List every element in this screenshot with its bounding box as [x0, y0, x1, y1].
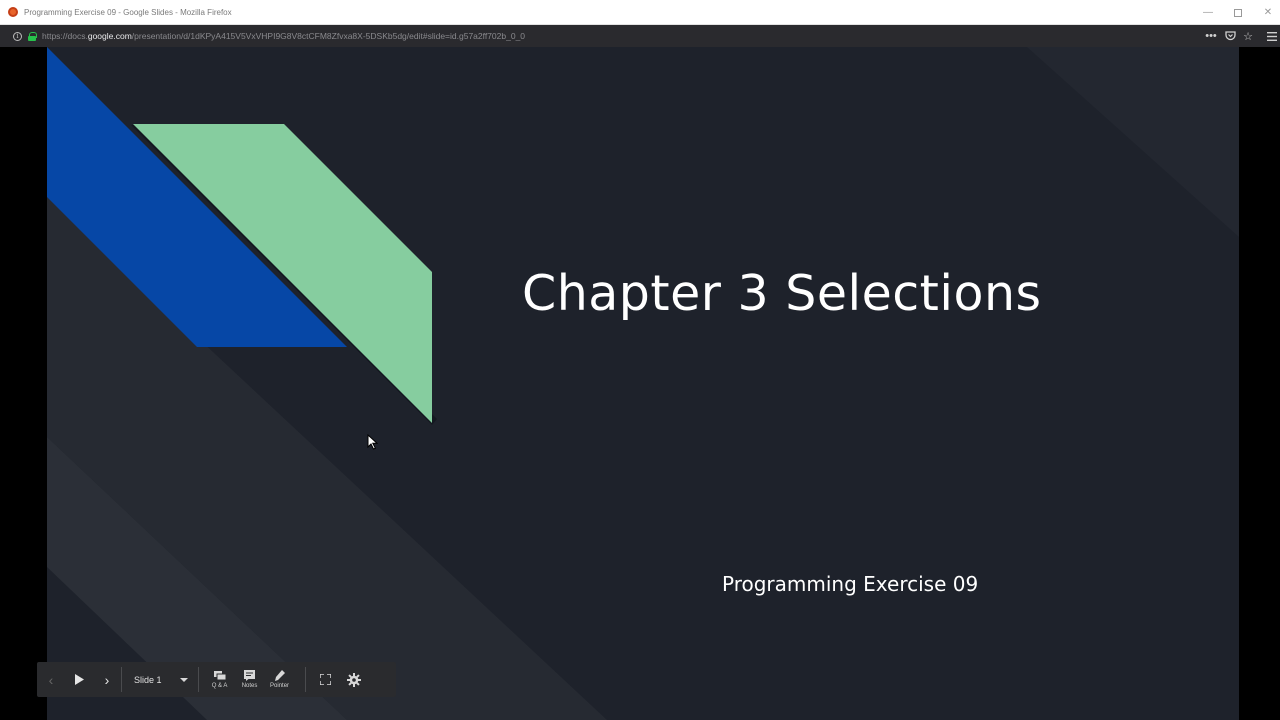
next-slide-button[interactable]: › — [93, 662, 121, 697]
slide-subtitle: Programming Exercise 09 — [722, 572, 979, 596]
previous-slide-button[interactable]: ‹ — [37, 662, 65, 697]
presentation-viewport: Chapter 3 Selections Programming Exercis… — [0, 47, 1280, 720]
presenter-toolbar: ‹ › Slide 1 Q & A Notes Pointer — [37, 662, 396, 697]
pointer-label: Pointer — [270, 683, 290, 689]
site-info-icon[interactable]: i — [13, 31, 22, 41]
gear-icon — [346, 672, 361, 687]
pointer-icon — [274, 670, 286, 681]
hamburger-icon — [1267, 31, 1277, 41]
chevron-right-icon: › — [104, 671, 110, 688]
page-actions-button[interactable]: ••• — [1202, 25, 1220, 47]
lock-icon — [28, 31, 37, 41]
slide-background-shapes — [47, 47, 1239, 720]
chevron-left-icon: ‹ — [48, 671, 54, 688]
settings-button[interactable] — [340, 662, 368, 697]
url-prefix: https://docs. — [42, 31, 88, 41]
address-bar[interactable]: i https://docs.google.com/presentation/d… — [0, 25, 1280, 47]
maximize-icon — [1234, 8, 1242, 17]
url-path: /presentation/d/1dKPyA415V5VxVHPI9G8V8ct… — [131, 31, 526, 41]
menu-button[interactable] — [1263, 25, 1280, 47]
notes-label: Notes — [241, 683, 258, 689]
minimize-button[interactable]: — — [1192, 0, 1224, 25]
slide-selector-dropdown[interactable]: Slide 1 — [122, 662, 198, 697]
fullscreen-icon — [320, 674, 332, 685]
laser-pointer-button[interactable]: Pointer — [265, 662, 295, 697]
firefox-icon — [8, 7, 18, 17]
qa-button[interactable]: Q & A — [205, 662, 235, 697]
bookmark-button[interactable]: ☆ — [1239, 25, 1257, 47]
mouse-cursor-icon — [367, 434, 379, 450]
speaker-notes-button[interactable]: Notes — [235, 662, 265, 697]
more-dots-icon: ••• — [1205, 30, 1217, 42]
maximize-button[interactable] — [1222, 0, 1254, 25]
pocket-icon — [1224, 31, 1236, 41]
qa-label: Q & A — [211, 683, 228, 689]
chat-bubbles-icon — [213, 670, 226, 681]
notes-icon — [244, 670, 256, 681]
window-titlebar: Programming Exercise 09 - Google Slides … — [0, 0, 1280, 25]
window-title: Programming Exercise 09 - Google Slides … — [24, 7, 232, 17]
toolbar-divider — [197, 667, 199, 692]
current-slide-label: Slide 1 — [134, 674, 162, 685]
play-button[interactable] — [65, 662, 93, 697]
url-domain: google.com — [87, 31, 132, 41]
star-icon: ☆ — [1243, 30, 1253, 43]
dropdown-arrow-icon — [179, 677, 188, 682]
slide-title: Chapter 3 Selections — [522, 265, 1042, 322]
close-button[interactable]: ✕ — [1252, 0, 1280, 25]
background-band-3 — [1027, 47, 1239, 237]
slide-canvas[interactable]: Chapter 3 Selections Programming Exercis… — [47, 47, 1239, 720]
url-text[interactable]: https://docs.google.com/presentation/d/1… — [42, 31, 525, 41]
toolbar-divider — [304, 667, 306, 692]
fullscreen-button[interactable] — [312, 662, 340, 697]
minimize-icon: — — [1203, 7, 1213, 18]
pocket-button[interactable] — [1221, 25, 1239, 47]
play-icon — [74, 674, 84, 685]
close-icon: ✕ — [1263, 7, 1273, 18]
